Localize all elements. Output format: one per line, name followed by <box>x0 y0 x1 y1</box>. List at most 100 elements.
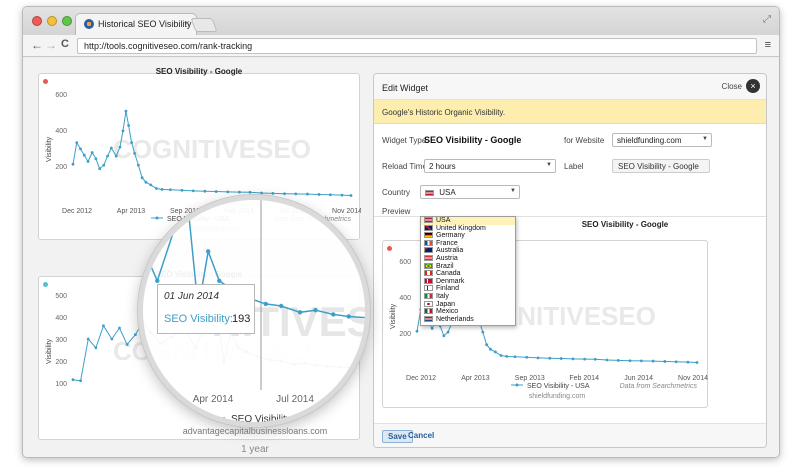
country-option[interactable]: Austria <box>421 254 515 263</box>
data-point <box>238 190 241 194</box>
data-point <box>155 187 158 190</box>
flag-icon <box>424 224 433 231</box>
x-tick-label: Nov 2014 <box>678 375 708 382</box>
data-point <box>217 278 222 283</box>
zoom-window-button[interactable] <box>62 16 72 26</box>
browser-tab[interactable]: Historical SEO Visibility × <box>75 13 197 35</box>
cancel-link[interactable]: Cancel <box>408 431 434 440</box>
data-point <box>583 357 587 361</box>
data-point <box>102 163 106 167</box>
country-option[interactable]: Denmark <box>421 277 515 286</box>
country-option[interactable]: Japan <box>421 300 515 309</box>
country-option[interactable]: France <box>421 239 515 248</box>
data-point <box>71 162 75 166</box>
legend-marker <box>213 415 219 421</box>
data-point <box>663 360 667 363</box>
data-point <box>98 167 102 171</box>
data-point <box>346 314 351 319</box>
y-axis-label: Visibility <box>46 136 53 162</box>
country-option[interactable]: United Kingdom <box>421 224 515 233</box>
data-point <box>525 355 529 359</box>
y-tick-label: 400 <box>55 128 67 135</box>
data-point <box>130 141 134 144</box>
flag-icon <box>424 254 433 261</box>
website-select[interactable]: shieldfunding.com ▼ <box>612 133 712 147</box>
country-option[interactable]: Finland <box>421 285 515 293</box>
country-option-label: Finland <box>436 285 459 293</box>
country-option[interactable]: Brazil <box>421 262 515 271</box>
data-point <box>628 359 632 363</box>
tab-close-icon[interactable]: × <box>185 18 190 28</box>
data-point <box>134 333 137 336</box>
data-point <box>102 324 105 328</box>
flag-icon <box>424 277 433 284</box>
legend-label: SEO Visibility - USA <box>527 383 590 390</box>
country-option-label: United Kingdom <box>436 224 486 232</box>
data-point <box>90 151 94 154</box>
x-tick-label: 014 <box>143 394 156 405</box>
flag-icon <box>424 292 433 299</box>
country-option[interactable]: Australia <box>421 247 515 255</box>
country-option[interactable]: Netherlands <box>421 315 515 324</box>
data-point <box>686 360 690 364</box>
country-option-label: USA <box>436 217 451 224</box>
data-point <box>317 193 321 196</box>
data-point <box>263 301 268 307</box>
x-tick-label: Dec 2012 <box>406 375 436 382</box>
address-bar[interactable]: http://tools.cognitiveseo.com/rank-track… <box>77 38 757 54</box>
menu-icon[interactable]: ≡ <box>765 39 771 51</box>
country-dropdown-list[interactable]: USA United Kingdom Germany France Australia A… <box>420 216 516 326</box>
data-point <box>94 157 98 161</box>
data-point <box>446 330 450 334</box>
data-point <box>155 278 160 283</box>
x-tick-label: Apr 2014 <box>193 394 234 405</box>
country-option-label: Mexico <box>436 308 459 316</box>
reload-icon[interactable]: C <box>61 38 69 50</box>
data-point <box>94 346 98 350</box>
country-option[interactable]: USA <box>421 217 515 225</box>
data-point <box>110 337 114 341</box>
data-point <box>114 154 118 158</box>
country-option[interactable]: Canada <box>421 270 515 278</box>
forward-icon[interactable]: → <box>45 38 57 52</box>
country-option[interactable]: Mexico <box>421 308 515 316</box>
data-point <box>536 356 540 360</box>
country-option[interactable]: Italy <box>421 292 515 301</box>
x-tick-label: Sep 2013 <box>515 375 545 382</box>
data-point <box>79 147 82 151</box>
data-point <box>271 191 275 195</box>
watermark: COGNITIVESEO <box>113 134 311 164</box>
widget-type-value: SEO Visibility - Google <box>424 135 522 145</box>
data-point <box>605 358 609 362</box>
reload-time-select[interactable]: 2 hours ▼ <box>424 159 556 173</box>
country-option-label: Brazil <box>436 262 454 270</box>
flag-icon <box>424 217 433 223</box>
reload-time-label: Reload Time <box>382 162 427 171</box>
flag-icon <box>424 232 433 239</box>
close-window-button[interactable] <box>32 16 42 26</box>
data-point <box>695 361 699 364</box>
data-point <box>313 308 318 313</box>
data-point <box>639 359 643 363</box>
label-input[interactable]: SEO Visibility - Google <box>612 159 710 173</box>
country-option-label: Netherlands <box>436 315 474 323</box>
data-point <box>651 359 655 363</box>
magnifier-lens: NITIVES014Apr 2014Jul 20142SEO Visibilit… <box>138 195 370 427</box>
country-option-label: Canada <box>436 270 461 278</box>
data-point <box>283 192 286 196</box>
data-point <box>133 152 137 155</box>
fullscreen-icon[interactable]: ⤢ <box>763 14 771 25</box>
back-icon[interactable]: ← <box>31 38 43 52</box>
minimize-window-button[interactable] <box>47 16 57 26</box>
data-point <box>82 153 86 157</box>
close-label[interactable]: Close <box>722 82 742 91</box>
data-point <box>127 124 130 127</box>
country-select[interactable]: USA ▼ <box>420 185 520 199</box>
new-tab-button[interactable] <box>190 18 218 32</box>
tooltip-metric-label: SEO Visibility: <box>164 313 233 325</box>
data-point <box>248 190 252 194</box>
close-icon[interactable]: × <box>746 79 760 93</box>
country-option[interactable]: Germany <box>421 232 515 240</box>
y-tick-label: 500 <box>55 293 67 300</box>
y-tick-label: 300 <box>55 337 67 344</box>
